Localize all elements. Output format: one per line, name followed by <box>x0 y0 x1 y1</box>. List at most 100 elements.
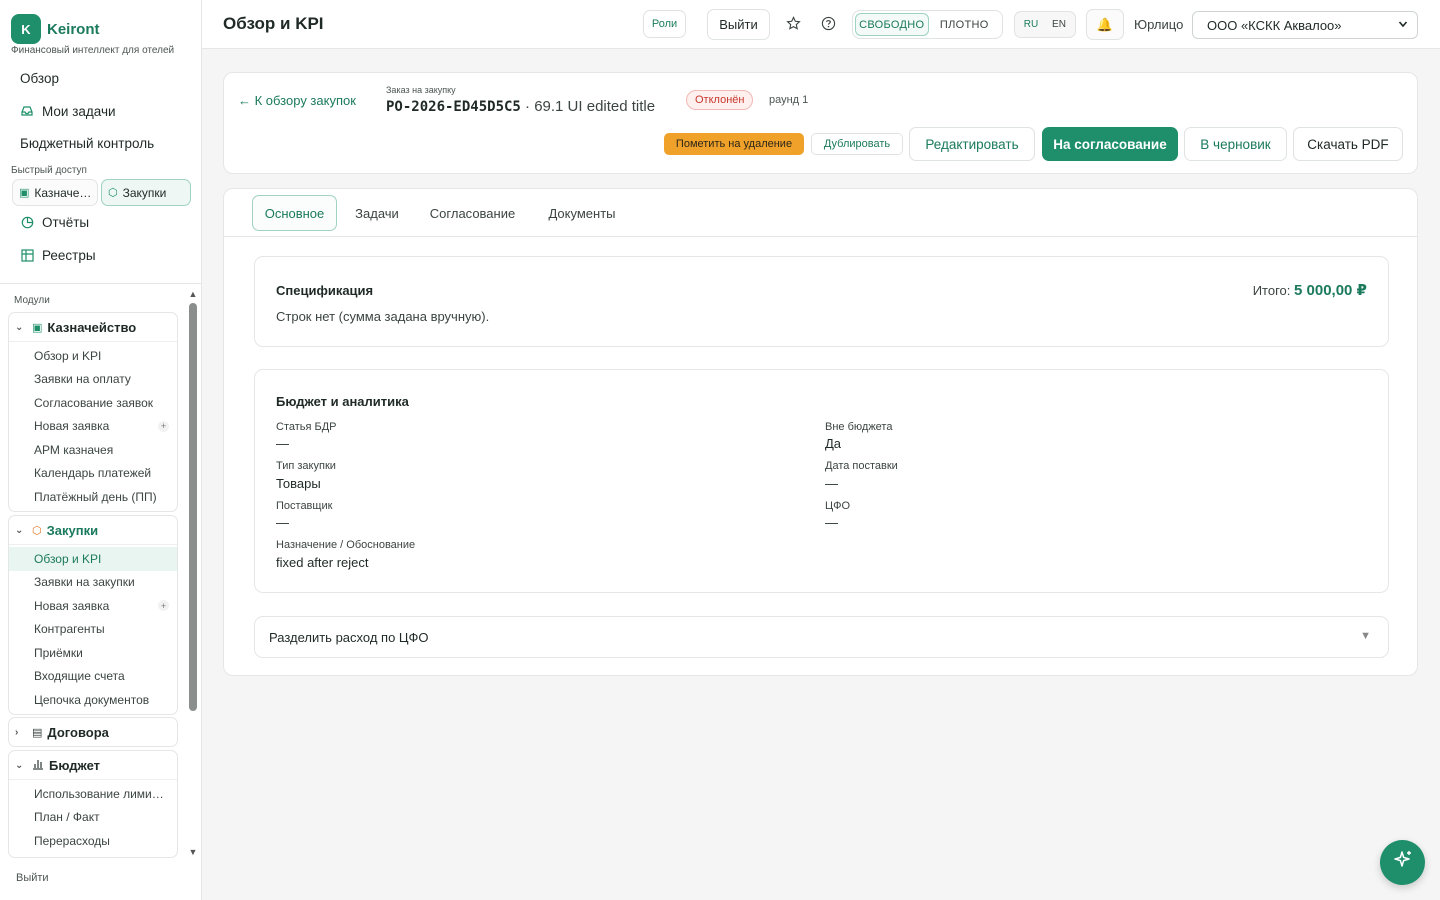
table-icon <box>20 248 34 262</box>
edit-button[interactable]: Редактировать <box>909 127 1035 161</box>
module-header-procurement[interactable]: ⌄ ⬡ Закупки <box>9 516 177 544</box>
chevron-right-icon: › <box>15 726 19 738</box>
to-draft-button[interactable]: В черновик <box>1184 127 1287 161</box>
order-details-card: Основное Задачи Согласование Документы С… <box>223 188 1418 676</box>
module-header-budget[interactable]: ⌄ Бюджет <box>9 751 177 779</box>
star-icon[interactable] <box>784 14 802 32</box>
field-label-cfo: ЦФО <box>825 500 851 512</box>
status-badge: Отклонён <box>686 90 754 110</box>
order-caption: Заказ на закупку <box>386 85 456 95</box>
brand-logo: K <box>11 14 41 44</box>
pie-chart-icon <box>20 215 34 229</box>
sidebar-item-limit-usage[interactable]: Использование лими… <box>9 782 177 806</box>
sidebar-logout-link[interactable]: Выйти <box>16 872 49 884</box>
brand-subtitle: Финансовый интеллект для отелей <box>11 45 175 56</box>
wallet-icon: ▣ <box>32 321 43 334</box>
box-icon: ⬡ <box>108 187 118 199</box>
approval-round: раунд 1 <box>769 94 809 106</box>
quick-chip-procurement[interactable]: ⬡ Закупки <box>101 179 191 206</box>
submit-for-approval-button[interactable]: На согласование <box>1042 127 1178 161</box>
density-option-free[interactable]: СВОБОДНО <box>855 13 929 36</box>
tab-approval[interactable]: Согласование <box>420 195 525 231</box>
entity-select[interactable]: ООО «КСКК Аквалоо» <box>1192 11 1418 39</box>
scroll-down-arrow-icon[interactable]: ▼ <box>188 847 198 857</box>
language-en[interactable]: EN <box>1045 19 1073 30</box>
language-ru[interactable]: RU <box>1017 19 1045 30</box>
mark-for-deletion-button[interactable]: Пометить на удаление <box>664 133 804 155</box>
help-icon[interactable] <box>819 14 837 32</box>
module-header-contracts[interactable]: › ▤ Договора <box>9 718 177 746</box>
download-pdf-button[interactable]: Скачать PDF <box>1293 127 1403 161</box>
brand[interactable]: K Keiront <box>11 14 100 44</box>
field-value-delivery-date: — <box>825 476 838 491</box>
sidebar-item-new-request[interactable]: Новая заявка + <box>9 415 177 439</box>
item-label: Новая заявка <box>34 598 110 613</box>
sidebar: K Keiront Финансовый интеллект для отеле… <box>0 0 202 900</box>
field-value-bdr-article: — <box>276 436 289 451</box>
split-by-cfo-title: Разделить расход по ЦФО <box>269 630 429 645</box>
roles-button[interactable]: Роли <box>643 10 686 38</box>
sidebar-item-treasurer-workstation[interactable]: АРМ казначея <box>9 438 177 462</box>
quick-chip-treasury[interactable]: ▣ Казначе… <box>12 179 98 206</box>
sidebar-item-plan-fact[interactable]: План / Факт <box>9 806 177 830</box>
logout-button[interactable]: Выйти <box>707 9 770 40</box>
module-group-contracts: › ▤ Договора <box>8 717 178 747</box>
field-value-off-budget: Да <box>825 436 842 451</box>
sidebar-item-purchase-requests[interactable]: Заявки на закупки <box>9 571 177 595</box>
scroll-up-arrow-icon[interactable]: ▲ <box>188 289 198 299</box>
sidebar-item-reports[interactable]: Отчёты <box>12 208 192 236</box>
ai-assistant-button[interactable] <box>1380 840 1425 885</box>
scroll-thumb[interactable] <box>189 303 197 711</box>
split-by-cfo-accordion[interactable]: Разделить расход по ЦФО ▼ <box>254 616 1389 658</box>
module-group-procurement: ⌄ ⬡ Закупки Обзор и KPI Заявки на закупк… <box>8 515 178 715</box>
sidebar-item-payment-calendar[interactable]: Календарь платежей <box>9 462 177 486</box>
chevron-down-icon: ⌄ <box>15 759 24 771</box>
sidebar-scrollbar[interactable]: ▲ ▼ <box>188 289 198 857</box>
tab-main[interactable]: Основное <box>252 195 337 231</box>
sidebar-item-request-approval[interactable]: Согласование заявок <box>9 391 177 415</box>
brand-name: Keiront <box>47 20 100 38</box>
tab-documents[interactable]: Документы <box>537 195 627 231</box>
sidebar-item-label: Обзор <box>20 70 59 86</box>
modules-label: Модули <box>14 295 50 306</box>
module-group-budget: ⌄ Бюджет Использование лими… План / Факт… <box>8 750 178 858</box>
bar-chart-icon <box>32 758 44 773</box>
module-title: Бюджет <box>49 757 100 773</box>
density-option-compact[interactable]: ПЛОТНО <box>929 13 1001 36</box>
sidebar-item-receipts[interactable]: Приёмки <box>9 641 177 665</box>
expand-arrow-icon[interactable]: ▼ <box>1360 630 1371 642</box>
field-value-supplier: — <box>276 515 289 530</box>
order-header-card: ← К обзору закупок Заказ на закупку PO-2… <box>223 72 1418 174</box>
module-header-treasury[interactable]: ⌄ ▣ Казначейство <box>9 313 177 341</box>
specification-empty-text: Строк нет (сумма задана вручную). <box>276 309 490 324</box>
plus-icon[interactable]: + <box>158 600 169 611</box>
sidebar-item-registers[interactable]: Реестры <box>12 241 192 269</box>
sidebar-item-payment-requests[interactable]: Заявки на оплату <box>9 368 177 392</box>
sidebar-item-procurement-overview[interactable]: Обзор и KPI <box>9 547 177 571</box>
wallet-icon: ▣ <box>19 187 30 199</box>
sidebar-item-overspending[interactable]: Перерасходы <box>9 829 177 853</box>
sidebar-item-payment-day[interactable]: Платёжный день (ПП) <box>9 485 177 509</box>
chip-label: Казначе… <box>34 185 92 200</box>
inbox-icon <box>20 104 34 118</box>
sidebar-item-budget-control[interactable]: Бюджетный контроль <box>12 129 192 157</box>
module-title: Договора <box>47 724 109 740</box>
notifications-button[interactable]: 🔔 <box>1086 9 1124 40</box>
top-header: Обзор и KPI Роли Выйти СВОБОДНО ПЛОТНО R… <box>202 0 1440 49</box>
sidebar-item-document-chain[interactable]: Цепочка документов <box>9 688 177 712</box>
entity-label: Юрлицо <box>1134 17 1184 32</box>
field-label-supplier: Поставщик <box>276 500 333 512</box>
sidebar-item-new-purchase-request[interactable]: Новая заявка + <box>9 594 177 618</box>
tab-tasks[interactable]: Задачи <box>347 195 407 231</box>
sidebar-item-incoming-invoices[interactable]: Входящие счета <box>9 665 177 689</box>
back-to-procurement-link[interactable]: ← К обзору закупок <box>238 93 356 108</box>
sidebar-item-my-tasks[interactable]: Мои задачи <box>12 97 192 125</box>
plus-icon[interactable]: + <box>158 420 169 432</box>
sidebar-item-counterparties[interactable]: Контрагенты <box>9 618 177 642</box>
sidebar-item-overview[interactable]: Обзор <box>12 64 192 92</box>
density-toggle: СВОБОДНО ПЛОТНО <box>852 10 1003 39</box>
duplicate-button[interactable]: Дублировать <box>811 133 903 155</box>
order-title-suffix: · 69.1 UI edited title <box>525 98 656 115</box>
sparkles-icon <box>1392 849 1414 876</box>
sidebar-item-treasury-overview[interactable]: Обзор и KPI <box>9 344 177 368</box>
